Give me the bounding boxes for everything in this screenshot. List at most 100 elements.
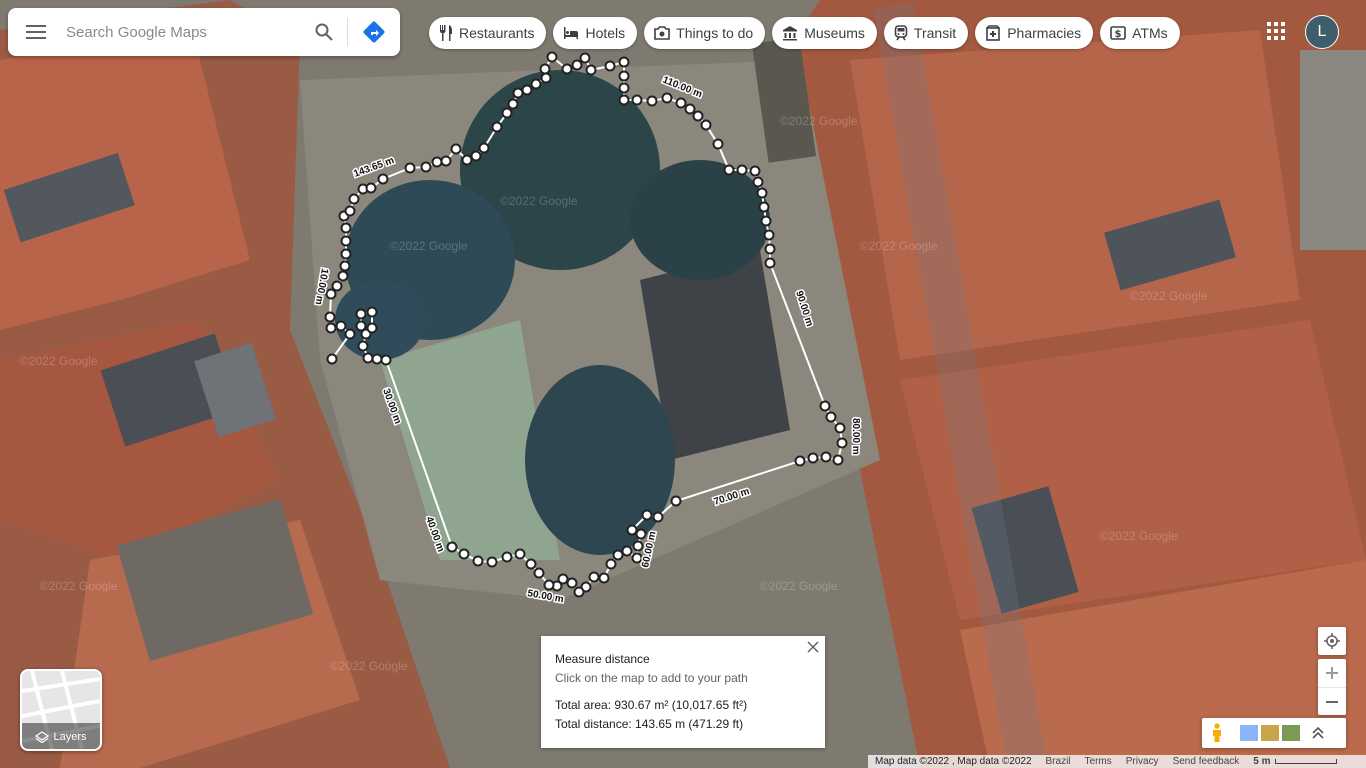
path-vertex[interactable]: [486, 556, 498, 568]
imagery-thumb-satellite[interactable]: [1282, 725, 1300, 741]
path-vertex[interactable]: [501, 551, 513, 563]
path-vertex[interactable]: [366, 306, 378, 318]
path-vertex[interactable]: [764, 257, 776, 269]
path-vertex[interactable]: [641, 509, 653, 521]
path-vertex[interactable]: [807, 452, 819, 464]
path-vertex[interactable]: [749, 165, 761, 177]
path-vertex[interactable]: [760, 215, 772, 227]
path-vertex[interactable]: [366, 322, 378, 334]
path-vertex[interactable]: [635, 528, 647, 540]
layers-button[interactable]: Layers: [20, 669, 102, 751]
pegman-button[interactable]: [1202, 723, 1232, 743]
path-vertex[interactable]: [478, 142, 490, 154]
terms-link[interactable]: Terms: [1078, 756, 1119, 767]
path-vertex[interactable]: [566, 577, 578, 589]
path-vertex[interactable]: [700, 119, 712, 131]
path-vertex[interactable]: [344, 328, 356, 340]
privacy-link[interactable]: Privacy: [1119, 756, 1166, 767]
path-vertex[interactable]: [325, 288, 337, 300]
chip-hotels[interactable]: Hotels: [553, 17, 638, 49]
path-vertex[interactable]: [546, 51, 558, 63]
path-vertex[interactable]: [431, 156, 443, 168]
path-vertex[interactable]: [355, 308, 367, 320]
path-vertex[interactable]: [340, 248, 352, 260]
path-vertex[interactable]: [530, 78, 542, 90]
expand-button[interactable]: [1306, 726, 1330, 740]
path-vertex[interactable]: [440, 155, 452, 167]
path-vertex[interactable]: [380, 354, 392, 366]
path-vertex[interactable]: [365, 182, 377, 194]
directions-button[interactable]: [348, 8, 400, 56]
path-vertex[interactable]: [339, 260, 351, 272]
chip-pharmacies[interactable]: Pharmacies: [975, 17, 1094, 49]
path-vertex[interactable]: [340, 222, 352, 234]
path-vertex[interactable]: [539, 63, 551, 75]
path-vertex[interactable]: [684, 103, 696, 115]
path-vertex[interactable]: [819, 400, 831, 412]
path-vertex[interactable]: [458, 548, 470, 560]
path-vertex[interactable]: [646, 95, 658, 107]
path-vertex[interactable]: [573, 586, 585, 598]
path-vertex[interactable]: [377, 173, 389, 185]
path-vertex[interactable]: [571, 59, 583, 71]
path-vertex[interactable]: [834, 422, 846, 434]
path-vertex[interactable]: [585, 64, 597, 76]
path-vertex[interactable]: [337, 270, 349, 282]
path-vertex[interactable]: [588, 571, 600, 583]
path-vertex[interactable]: [598, 572, 610, 584]
path-vertex[interactable]: [764, 243, 776, 255]
chip-restaurants[interactable]: Restaurants: [429, 17, 547, 49]
path-vertex[interactable]: [514, 548, 526, 560]
path-vertex[interactable]: [820, 451, 832, 463]
path-vertex[interactable]: [533, 567, 545, 579]
path-vertex[interactable]: [758, 201, 770, 213]
chip-museums[interactable]: Museums: [772, 17, 877, 49]
path-vertex[interactable]: [521, 84, 533, 96]
imagery-thumb-water[interactable]: [1240, 725, 1258, 741]
path-vertex[interactable]: [404, 162, 416, 174]
account-avatar[interactable]: L: [1305, 15, 1339, 49]
path-vertex[interactable]: [621, 545, 633, 557]
path-vertex[interactable]: [832, 454, 844, 466]
path-vertex[interactable]: [626, 524, 638, 536]
path-vertex[interactable]: [763, 229, 775, 241]
google-apps-button[interactable]: [1263, 18, 1289, 44]
path-vertex[interactable]: [371, 353, 383, 365]
zoom-in-button[interactable]: [1318, 659, 1346, 687]
path-vertex[interactable]: [470, 150, 482, 162]
chip-things-to-do[interactable]: Things to do: [644, 17, 766, 49]
path-vertex[interactable]: [540, 72, 552, 84]
path-vertex[interactable]: [632, 540, 644, 552]
search-button[interactable]: [301, 8, 347, 56]
scale-bar[interactable]: 5 m: [1246, 756, 1343, 767]
path-vertex[interactable]: [794, 455, 806, 467]
path-vertex[interactable]: [752, 176, 764, 188]
country-link[interactable]: Brazil: [1039, 756, 1078, 767]
path-vertex[interactable]: [331, 280, 343, 292]
path-vertex[interactable]: [335, 320, 347, 332]
path-vertex[interactable]: [344, 205, 356, 217]
path-vertex[interactable]: [324, 311, 336, 323]
path-vertex[interactable]: [325, 322, 337, 334]
chip-atms[interactable]: $ ATMs: [1100, 17, 1180, 49]
path-vertex[interactable]: [348, 193, 360, 205]
path-vertex[interactable]: [362, 352, 374, 364]
path-vertex[interactable]: [326, 353, 338, 365]
path-vertex[interactable]: [661, 92, 673, 104]
menu-button[interactable]: [8, 8, 64, 56]
path-vertex[interactable]: [631, 552, 643, 564]
path-vertex[interactable]: [525, 558, 537, 570]
path-vertex[interactable]: [604, 60, 616, 72]
path-vertex[interactable]: [579, 52, 591, 64]
zoom-out-button[interactable]: [1318, 687, 1346, 716]
path-vertex[interactable]: [618, 94, 630, 106]
path-vertex[interactable]: [692, 110, 704, 122]
path-vertex[interactable]: [450, 143, 462, 155]
path-vertex[interactable]: [836, 437, 848, 449]
path-vertex[interactable]: [507, 98, 519, 110]
path-vertex[interactable]: [618, 56, 630, 68]
my-location-button[interactable]: [1318, 627, 1346, 655]
path-vertex[interactable]: [357, 340, 369, 352]
path-vertex[interactable]: [618, 82, 630, 94]
path-vertex[interactable]: [543, 579, 555, 591]
